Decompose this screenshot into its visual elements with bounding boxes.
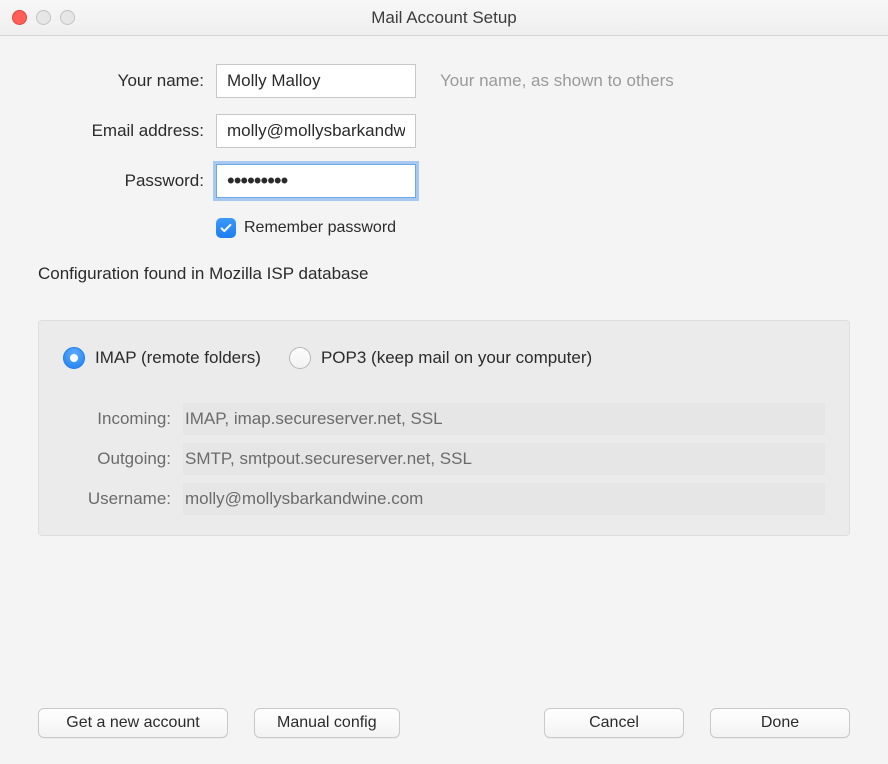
cancel-button[interactable]: Cancel xyxy=(544,708,684,738)
window-title: Mail Account Setup xyxy=(0,8,888,28)
imap-radio[interactable] xyxy=(63,347,85,369)
username-label: Username: xyxy=(63,483,183,515)
window-controls xyxy=(12,10,75,25)
row-your-name: Your name: Your name, as shown to others xyxy=(38,64,850,98)
your-name-input[interactable] xyxy=(216,64,416,98)
outgoing-label: Outgoing: xyxy=(63,443,183,475)
titlebar: Mail Account Setup xyxy=(0,0,888,36)
row-email: Email address: xyxy=(38,114,850,148)
status-text: Configuration found in Mozilla ISP datab… xyxy=(38,264,850,284)
done-button[interactable]: Done xyxy=(710,708,850,738)
button-bar: Get a new account Manual config Cancel D… xyxy=(38,708,850,764)
email-input[interactable] xyxy=(216,114,416,148)
password-label: Password: xyxy=(38,171,216,191)
password-input[interactable]: ••••••••• xyxy=(216,164,416,198)
protocol-choice: IMAP (remote folders) POP3 (keep mail on… xyxy=(63,347,825,369)
minimize-icon[interactable] xyxy=(36,10,51,25)
row-remember[interactable]: Remember password xyxy=(216,218,850,238)
row-password: Password: ••••••••• xyxy=(38,164,850,198)
content-area: Your name: Your name, as shown to others… xyxy=(0,36,888,764)
incoming-value: IMAP, imap.secureserver.net, SSL xyxy=(183,403,825,435)
pop3-radio-label[interactable]: POP3 (keep mail on your computer) xyxy=(321,348,592,368)
server-details: Incoming: IMAP, imap.secureserver.net, S… xyxy=(63,403,825,515)
remember-label: Remember password xyxy=(244,219,396,237)
incoming-label: Incoming: xyxy=(63,403,183,435)
remember-checkbox[interactable] xyxy=(216,218,236,238)
get-new-account-button[interactable]: Get a new account xyxy=(38,708,228,738)
your-name-hint: Your name, as shown to others xyxy=(440,71,674,91)
close-icon[interactable] xyxy=(12,10,27,25)
pop3-radio[interactable] xyxy=(289,347,311,369)
imap-radio-label[interactable]: IMAP (remote folders) xyxy=(95,348,261,368)
zoom-icon[interactable] xyxy=(60,10,75,25)
mail-account-setup-window: Mail Account Setup Your name: Your name,… xyxy=(0,0,888,764)
username-value: molly@mollysbarkandwine.com xyxy=(183,483,825,515)
your-name-label: Your name: xyxy=(38,71,216,91)
outgoing-value: SMTP, smtpout.secureserver.net, SSL xyxy=(183,443,825,475)
email-label: Email address: xyxy=(38,121,216,141)
check-icon xyxy=(219,221,233,235)
manual-config-button[interactable]: Manual config xyxy=(254,708,400,738)
config-panel: IMAP (remote folders) POP3 (keep mail on… xyxy=(38,320,850,536)
